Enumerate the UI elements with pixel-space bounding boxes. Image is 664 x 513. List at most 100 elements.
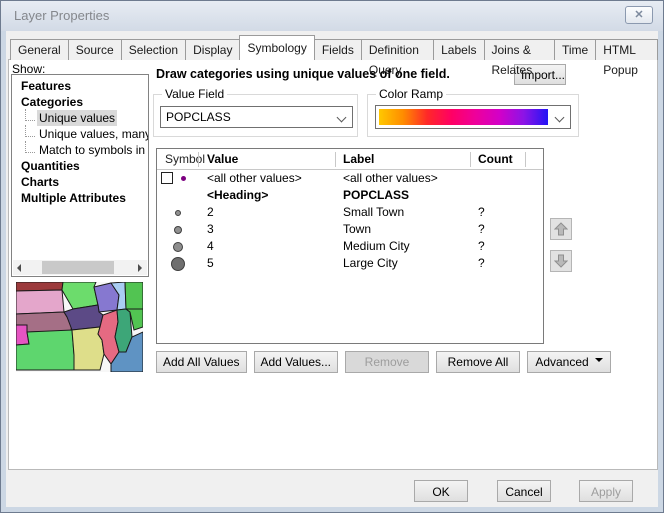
advanced-button[interactable]: Advanced [527,351,611,373]
apply-button[interactable]: Apply [579,480,633,502]
scroll-right-icon[interactable] [132,260,147,275]
tree-item-match-to-symbols-in-a[interactable]: Match to symbols in a [12,142,148,158]
cell-value: 2 [207,205,214,219]
move-down-button[interactable] [550,250,572,272]
tree-item-quantities[interactable]: Quantities [12,158,148,174]
graduated-circle-symbol [157,255,201,272]
cell-label: Medium City [343,239,410,253]
tab-selection[interactable]: Selection [121,39,186,60]
tab-time[interactable]: Time [554,39,596,60]
close-icon[interactable]: ✕ [625,6,653,24]
table-row[interactable]: 2 Small Town? [157,204,543,221]
remove-all-button[interactable]: Remove All [436,351,520,373]
tree-item-label: Unique values, many [37,126,149,142]
column-header-label[interactable]: Label [343,152,374,166]
remove-button[interactable]: Remove [345,351,429,373]
color-ramp-swatch [379,109,548,125]
cell-value: 4 [207,239,214,253]
empty-symbol-cell [157,187,201,204]
table-row[interactable]: 3 Town? [157,221,543,238]
cell-label: Small Town [343,205,404,219]
tab-labels[interactable]: Labels [433,39,484,60]
tab-definition-query[interactable]: Definition Query [361,39,434,60]
map-region [16,290,64,314]
tree-item-label: Unique values [37,110,117,126]
value-field-selected: POPCLASS [166,110,231,124]
tree-connector [25,125,35,137]
panel-heading: Draw categories using unique values of o… [156,67,450,81]
cell-count: ? [478,222,485,236]
circle-symbol-icon[interactable] [173,242,183,252]
value-field-group-label: Value Field [162,87,227,101]
tree-item-multiple-attributes[interactable]: Multiple Attributes [12,190,148,206]
tab-general[interactable]: General [10,39,69,60]
tree-item-label: Features [19,78,73,94]
cancel-button[interactable]: Cancel [497,480,551,502]
all-other-values-checkbox[interactable] [161,172,173,184]
column-divider [198,152,199,167]
map-region [125,282,143,309]
tab-fields[interactable]: Fields [314,39,362,60]
value-field-dropdown[interactable]: POPCLASS [160,106,353,128]
circle-symbol-icon[interactable] [171,257,185,271]
graduated-circle-symbol [157,204,201,221]
cell-label: <all other values> [343,171,438,185]
column-header-symbol[interactable]: Symbol [165,152,205,166]
tree-item-features[interactable]: Features [12,78,148,94]
color-ramp-group-label: Color Ramp [376,87,446,101]
tree-item-label: Multiple Attributes [19,190,128,206]
table-row[interactable]: <Heading> POPCLASS [157,187,543,204]
tree-item-label: Match to symbols in a [37,142,149,158]
cell-value: <all other values> [207,171,302,185]
value-field-group: Value Field POPCLASS [153,94,358,137]
scroll-left-icon[interactable] [13,260,28,275]
column-divider [525,152,526,167]
ok-button[interactable]: OK [414,480,468,502]
add-values--button[interactable]: Add Values... [254,351,339,373]
graduated-circle-symbol [157,221,201,238]
cell-label: POPCLASS [343,188,409,202]
chevron-down-icon [555,113,565,123]
dialog-client-area: GeneralSourceSelectionDisplaySymbologyFi… [6,31,658,507]
table-rows: <all other values> <all other values> <Hea… [157,170,543,272]
table-row[interactable]: 4Medium City? [157,238,543,255]
unique-values-table: Symbol Value Label Count <all other valu… [156,148,544,344]
window-title: Layer Properties [14,8,109,23]
tab-html-popup[interactable]: HTML Popup [595,39,658,60]
circle-symbol-icon[interactable] [175,210,181,216]
column-header-count[interactable]: Count [478,152,513,166]
tab-joins-relates[interactable]: Joins & Relates [484,39,556,60]
table-header: Symbol Value Label Count [157,149,543,170]
cell-label: Town [343,222,371,236]
tab-source[interactable]: Source [68,39,122,60]
tree-connector [25,109,35,121]
tree-connector [25,141,35,153]
scrollbar-thumb[interactable] [42,261,114,274]
table-row[interactable]: <all other values> <all other values> [157,170,543,187]
arrow-down-icon [554,254,568,268]
layer-properties-dialog: Layer Properties ✕ GeneralSourceSelectio… [0,0,664,513]
graduated-circle-symbol [157,238,201,255]
tree-item-charts[interactable]: Charts [12,174,148,190]
cell-value: 3 [207,222,214,236]
map-preview [16,282,143,372]
symbology-tab-page: Show: FeaturesCategoriesUnique valuesUni… [8,59,658,470]
show-tree-items: FeaturesCategoriesUnique valuesUnique va… [12,78,148,206]
tree-item-label: Quantities [19,158,82,174]
tab-display[interactable]: Display [185,39,240,60]
tree-horizontal-scrollbar[interactable] [13,260,147,275]
value-action-buttons: Add All Values Add Values... Remove Remove … [156,351,611,373]
tab-symbology[interactable]: Symbology [239,35,314,60]
cell-value: 5 [207,256,214,270]
circle-symbol-icon[interactable] [174,226,182,234]
point-symbol-icon [181,176,186,181]
tab-strip: GeneralSourceSelectionDisplaySymbologyFi… [10,37,658,60]
table-row[interactable]: 5Large City? [157,255,543,272]
add-all-values-button[interactable]: Add All Values [156,351,247,373]
cell-count: ? [478,256,485,270]
color-ramp-dropdown[interactable] [375,105,571,129]
cell-count: ? [478,205,485,219]
cell-value: <Heading> [207,188,268,202]
column-header-value[interactable]: Value [207,152,238,166]
move-up-button[interactable] [550,218,572,240]
